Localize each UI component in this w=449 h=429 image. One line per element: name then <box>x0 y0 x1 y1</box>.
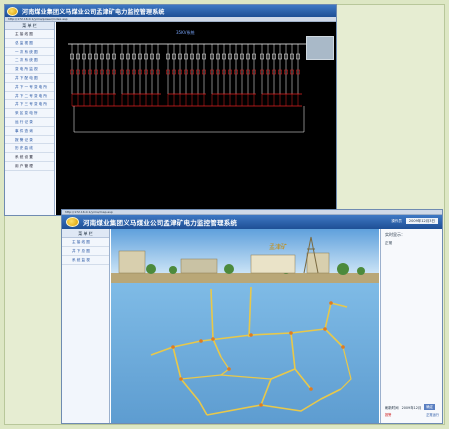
window2-title: 河南煤业集团义马煤业公司孟津矿电力监控管理系统 <box>83 219 238 227</box>
single-line-diagram: 35KV系统 <box>56 22 336 215</box>
sidebar-item[interactable]: 井 下 配 电 图 <box>5 74 54 83</box>
company-logo-icon <box>66 217 79 227</box>
diagram-title: 35KV系统 <box>176 30 195 35</box>
user-info: 操作员 2009年12月3日 <box>391 218 438 224</box>
window2-titlebar: 河南煤业集团义马煤业公司孟津矿电力监控管理系统 操作员 2009年12月3日 <box>62 215 442 229</box>
substation-marker <box>259 403 263 407</box>
sidebar-item[interactable]: 历 史 曲 线 <box>5 144 54 154</box>
substation-marker <box>199 339 203 343</box>
refresh-label: 刷新时间 <box>385 405 399 410</box>
sidebar-item[interactable]: 系 统 监 视 <box>62 256 109 265</box>
sidebar-item[interactable]: 总 监 视 图 <box>5 39 54 48</box>
substation-marker <box>341 345 345 349</box>
substation-marker <box>289 331 293 335</box>
window2-sidebar-header: 菜 单 栏 <box>62 229 109 238</box>
sidebar-item[interactable]: 二 次 系 统 图 <box>5 56 54 66</box>
sidebar-item[interactable]: 运 行 记 录 <box>5 118 54 127</box>
window1-titlebar: 河南煤业集团义马煤业公司孟津矿电力监控管理系统 <box>5 5 336 17</box>
window1-title: 河南煤业集团义马煤业公司孟津矿电力监控管理系统 <box>22 8 165 16</box>
refresh-value: 2009年12月 <box>401 405 422 410</box>
sidebar-item[interactable]: 采 区 变 电 所 <box>5 109 54 118</box>
mine-scene-canvas: 孟津矿 <box>111 229 379 423</box>
sidebar-item[interactable]: 井 下 总 图 <box>62 247 109 256</box>
sidebar-item[interactable]: 系 统 设 置 <box>5 153 54 162</box>
confirm-button[interactable]: 确定 <box>424 404 436 410</box>
substation-marker <box>227 367 231 371</box>
info-overlay-box <box>306 36 334 60</box>
substation-marker <box>249 333 253 337</box>
substation-marker <box>211 337 215 341</box>
sidebar-item[interactable]: 用 户 管 理 <box>5 162 54 171</box>
status-legend: 报警 正常运行 <box>385 412 439 417</box>
sidebar-item[interactable]: 主 接 线 图 <box>5 30 54 39</box>
sidebar-item[interactable]: 井 下 三 号 变 电 所 <box>5 100 54 110</box>
window1-sidebar-header: 菜 单 栏 <box>5 22 54 30</box>
legend-alarm: 报警 <box>385 413 392 417</box>
sidebar-item[interactable]: 井 下 一 号 变 电 所 <box>5 83 54 92</box>
sidebar-item[interactable]: 一 次 系 统 图 <box>5 48 54 57</box>
sidebar-item[interactable]: 事 件 查 询 <box>5 127 54 136</box>
diagram-canvas <box>68 43 306 133</box>
status-header: 实时显示： <box>385 232 405 237</box>
mine-map-window: http://172.16.0.1/yima/map.asp 河南煤业集团义马煤… <box>61 209 443 424</box>
mine-scene: 孟津矿 <box>111 229 379 423</box>
sidebar-item[interactable]: 变 电 所 监 视 <box>5 65 54 74</box>
window2-sidebar: 菜 单 栏 主 接 线 图 井 下 总 图 系 统 监 视 <box>62 229 110 423</box>
substation-marker <box>309 387 313 391</box>
substation-marker <box>171 345 175 349</box>
user-label: 操作员 <box>391 218 402 223</box>
substation-marker <box>179 377 183 381</box>
right-status-panel: 实时显示： 正常 刷新时间 2009年12月 确定 报警 正常运行 <box>380 229 442 423</box>
power-diagram-window: 河南煤业集团义马煤业公司孟津矿电力监控管理系统 http://172.16.0.… <box>4 4 337 216</box>
mine-sign-text: 孟津矿 <box>269 243 287 251</box>
status-controls: 刷新时间 2009年12月 确定 报警 正常运行 <box>385 404 439 417</box>
company-logo-icon <box>7 6 18 16</box>
sidebar-item[interactable]: 报 警 记 录 <box>5 136 54 145</box>
legend-normal: 正常运行 <box>426 413 439 417</box>
ground-surface <box>111 273 379 283</box>
status-text: 正常 <box>385 241 393 245</box>
substation-marker <box>329 301 333 305</box>
substation-marker <box>323 327 327 331</box>
sidebar-item[interactable]: 主 接 线 图 <box>62 238 109 247</box>
user-value: 2009年12月3日 <box>405 218 438 224</box>
refresh-row: 刷新时间 2009年12月 确定 <box>385 404 439 410</box>
sidebar-item[interactable]: 井 下 二 号 变 电 所 <box>5 92 54 101</box>
window1-sidebar: 菜 单 栏 主 接 线 图 总 监 视 图 一 次 系 统 图 二 次 系 统 … <box>5 22 55 215</box>
